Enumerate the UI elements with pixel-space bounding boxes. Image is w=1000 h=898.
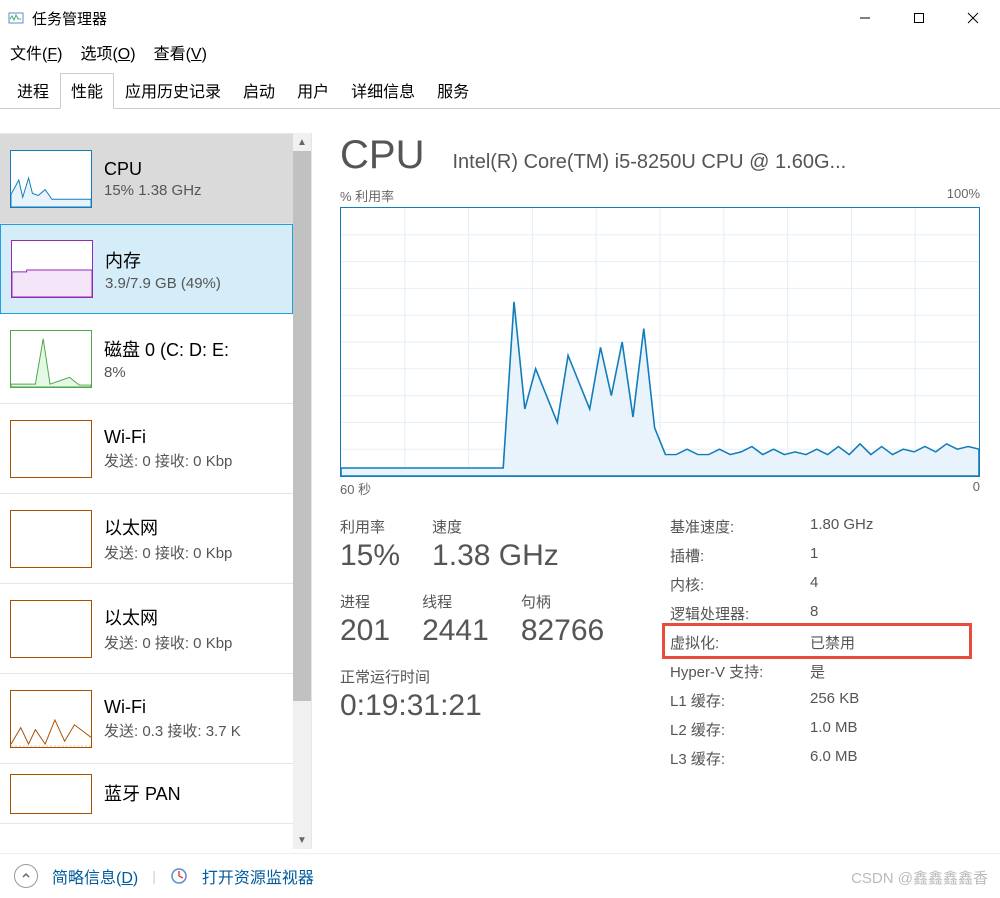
tab-details[interactable]: 详细信息 [340, 73, 426, 109]
stat-value-processes: 201 [340, 614, 390, 648]
bluetooth-thumbnail [10, 774, 92, 814]
cpu-thumbnail [10, 150, 92, 208]
stat-value-speed: 1.38 GHz [432, 539, 559, 573]
tab-app-history[interactable]: 应用历史记录 [114, 73, 232, 109]
sidebar-item-label: 内存 [105, 247, 282, 273]
cpu-model: Intel(R) Core(TM) i5-8250U CPU @ 1.60G..… [452, 151, 980, 174]
close-button[interactable] [946, 0, 1000, 36]
cpu-details: 基准速度:1.80 GHz 插槽:1 内核:4 逻辑处理器:8 虚拟化:已禁用 … [670, 516, 980, 777]
sidebar-item-cpu[interactable]: CPU15% 1.38 GHz [0, 134, 293, 224]
main-panel: CPU Intel(R) Core(TM) i5-8250U CPU @ 1.6… [312, 133, 1000, 849]
scroll-thumb[interactable] [293, 151, 311, 701]
watermark: CSDN @鑫鑫鑫鑫香 [851, 867, 988, 888]
stat-label-speed: 速度 [432, 516, 559, 537]
chart-y-label: % 利用率 [340, 186, 394, 205]
sidebar-item-label: Wi-Fi [104, 427, 283, 448]
scroll-down-icon[interactable]: ▼ [293, 831, 311, 849]
open-resource-monitor-link[interactable]: 打开资源监视器 [202, 864, 314, 888]
sidebar-item-label: 以太网 [104, 514, 283, 540]
sidebar: CPU15% 1.38 GHz 内存3.9/7.9 GB (49%) 磁盘 0 … [0, 133, 312, 849]
wifi-thumbnail [10, 690, 92, 748]
cpu-usage-chart [340, 207, 980, 477]
stat-label-processes: 进程 [340, 591, 390, 612]
footer: 简略信息(D) | 打开资源监视器 [0, 853, 1000, 898]
ethernet-thumbnail [10, 510, 92, 568]
sidebar-item-label: 以太网 [104, 604, 283, 630]
sidebar-item-label: CPU [104, 159, 283, 180]
tab-startup[interactable]: 启动 [232, 73, 286, 109]
fewer-details-link[interactable]: 简略信息(D) [52, 864, 138, 888]
virtualization-value: 已禁用 [810, 632, 855, 653]
collapse-button[interactable] [14, 864, 38, 888]
wifi-thumbnail [10, 420, 92, 478]
tabs: 进程 性能 应用历史记录 启动 用户 详细信息 服务 [0, 72, 1000, 109]
app-icon [8, 10, 24, 26]
sidebar-item-memory[interactable]: 内存3.9/7.9 GB (49%) [0, 224, 293, 314]
sidebar-item-label: Wi-Fi [104, 697, 283, 718]
window-title: 任务管理器 [32, 8, 838, 29]
menu-options[interactable]: 选项(O) [80, 40, 135, 64]
menubar: 文件(F) 选项(O) 查看(V) [0, 36, 1000, 72]
tab-performance[interactable]: 性能 [60, 73, 114, 109]
sidebar-item-wifi-1[interactable]: Wi-Fi发送: 0 接收: 0 Kbp [0, 404, 293, 494]
chart-y-max: 100% [947, 186, 980, 205]
maximize-button[interactable] [892, 0, 946, 36]
sidebar-item-ethernet-1[interactable]: 以太网发送: 0 接收: 0 Kbp [0, 494, 293, 584]
stat-label-handles: 句柄 [521, 591, 604, 612]
resource-monitor-icon [170, 867, 188, 885]
minimize-button[interactable] [838, 0, 892, 36]
memory-thumbnail [11, 240, 93, 298]
tab-processes[interactable]: 进程 [6, 73, 60, 109]
stat-label-usage: 利用率 [340, 516, 400, 537]
stat-value-threads: 2441 [422, 614, 489, 648]
ethernet-thumbnail [10, 600, 92, 658]
stat-label-threads: 线程 [422, 591, 489, 612]
sidebar-item-disk[interactable]: 磁盘 0 (C: D: E:8% [0, 314, 293, 404]
scroll-up-icon[interactable]: ▲ [293, 133, 311, 151]
page-title: CPU [340, 133, 424, 178]
disk-thumbnail [10, 330, 92, 388]
sidebar-item-label: 蓝牙 PAN [104, 780, 283, 806]
sidebar-scrollbar[interactable]: ▲ ▼ [293, 133, 311, 849]
menu-file[interactable]: 文件(F) [10, 40, 62, 64]
stat-label-uptime: 正常运行时间 [340, 666, 630, 687]
titlebar: 任务管理器 [0, 0, 1000, 36]
sidebar-item-ethernet-2[interactable]: 以太网发送: 0 接收: 0 Kbp [0, 584, 293, 674]
stat-value-uptime: 0:19:31:21 [340, 689, 630, 723]
sidebar-item-label: 磁盘 0 (C: D: E: [104, 336, 283, 362]
tab-services[interactable]: 服务 [426, 73, 480, 109]
menu-view[interactable]: 查看(V) [154, 40, 207, 64]
stat-value-handles: 82766 [521, 614, 604, 648]
virtualization-label: 虚拟化: [670, 632, 810, 653]
stat-value-usage: 15% [340, 539, 400, 573]
tab-users[interactable]: 用户 [286, 73, 340, 109]
chart-x-right: 0 [973, 479, 980, 498]
sidebar-item-wifi-2[interactable]: Wi-Fi发送: 0.3 接收: 3.7 K [0, 674, 293, 764]
chart-x-left: 60 秒 [340, 479, 371, 498]
sidebar-item-bluetooth[interactable]: 蓝牙 PAN [0, 764, 293, 824]
